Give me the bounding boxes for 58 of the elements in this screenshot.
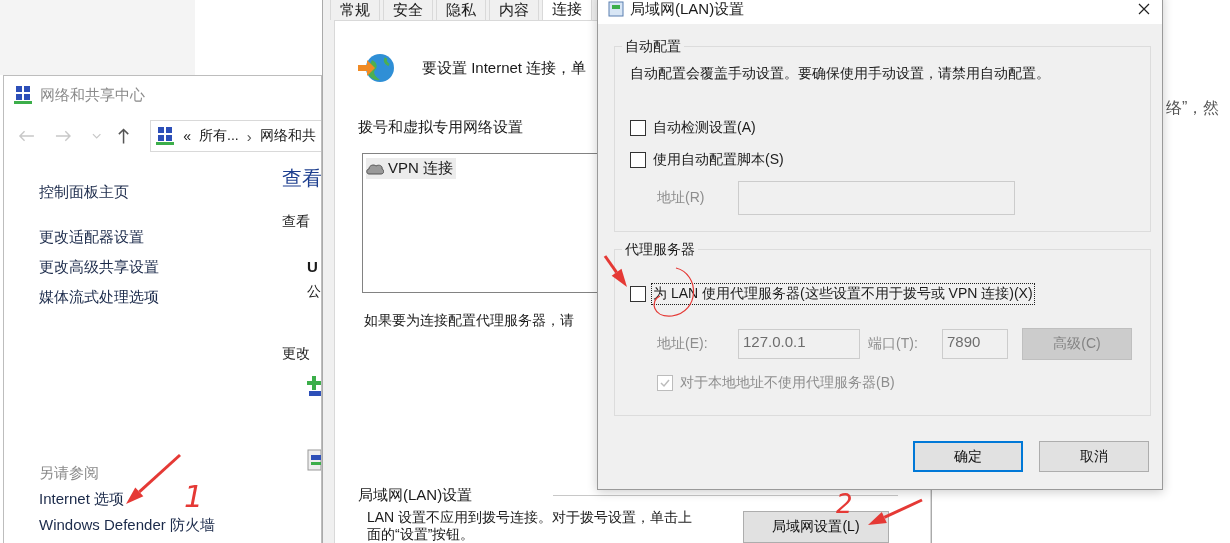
sidebar-link[interactable]: Internet 选项	[39, 486, 125, 512]
tab[interactable]: 安全	[383, 0, 433, 20]
sidebar-link[interactable]: 更改适配器设置	[39, 222, 144, 252]
annotation-arrow	[868, 498, 923, 525]
up-arrow-icon[interactable]	[117, 127, 131, 145]
tab[interactable]: 连接	[542, 0, 592, 20]
sidebar-link[interactable]: 控制面板主页	[39, 180, 129, 204]
page-heading: 查看	[282, 166, 321, 191]
checkbox-label[interactable]: 使用自动配置脚本(S)	[651, 149, 786, 171]
checkbox[interactable]	[630, 152, 646, 168]
breadcrumb-item[interactable]: 网络和共	[259, 127, 316, 145]
group-title: 代理服务器	[624, 240, 696, 259]
overflow-chevron[interactable]: «	[183, 128, 191, 144]
instruction-text: 要设置 Internet 连接，单	[422, 58, 587, 78]
section-title: 查看	[282, 212, 310, 231]
field-label: 端口(T):	[868, 335, 919, 353]
field-label: 地址(R)	[656, 189, 706, 207]
tab[interactable]: 内容	[489, 0, 539, 20]
network-icon	[155, 126, 176, 146]
checkbox[interactable]	[630, 120, 646, 136]
window-icon	[608, 1, 624, 17]
annotation-number: 1	[184, 479, 204, 514]
checkbox-label[interactable]: 为 LAN 使用代理服务器(这些设置不用于拨号或 VPN 连接)(X)	[651, 283, 1035, 305]
description-text: 自动配置会覆盖手动设置。要确保使用手动设置，请禁用自动配置。	[630, 64, 1050, 83]
breadcrumb-separator: ›	[246, 127, 252, 145]
window-title: 网络和共享中心	[40, 85, 145, 105]
checkmark-icon	[659, 377, 671, 389]
annotation-arrow	[126, 453, 181, 504]
cloud-icon	[366, 161, 384, 176]
breadcrumb-item[interactable]: 所有...	[199, 127, 239, 145]
instruction-text: 如果要为连接配置代理服务器，请	[364, 311, 574, 330]
section-title: 拨号和虚拟专用网络设置	[358, 117, 523, 137]
sidebar-link[interactable]: 媒体流式处理选项	[39, 282, 159, 312]
tab[interactable]: 隐私	[436, 0, 486, 20]
tab[interactable]: 常规	[330, 0, 380, 20]
checkbox-label[interactable]: 自动检测设置(A)	[651, 117, 758, 139]
ok-button[interactable]: 确定	[913, 441, 1023, 472]
network-name: U	[306, 257, 318, 277]
article-text: 络”，然	[1166, 98, 1220, 118]
globe-icon	[358, 52, 396, 84]
section-title: 另请参阅	[39, 463, 99, 483]
field-label: 地址(E):	[656, 335, 709, 353]
description-text: LAN 设置不应用到拨号连接。对于拨号设置，单击上	[367, 509, 693, 526]
network-icon	[13, 85, 33, 105]
connection-item[interactable]: VPN 连接	[366, 158, 456, 179]
group-title: 自动配置	[624, 37, 682, 56]
dialog-title: 局域网(LAN)设置	[630, 0, 745, 19]
description-text: 面的“设置”按钮。	[367, 526, 475, 543]
checkbox[interactable]	[630, 286, 646, 302]
cancel-button[interactable]: 取消	[1039, 441, 1149, 472]
sidebar-link[interactable]: 更改高级共享设置	[39, 252, 159, 282]
section-title: 更改	[282, 344, 310, 363]
network-type: 公	[306, 282, 321, 301]
address-bar[interactable]: « 所有... › 网络和共	[150, 120, 321, 152]
annotation-arrow	[603, 255, 627, 287]
sidebar-link[interactable]: Windows Defender 防火墙	[39, 512, 215, 538]
section-title: 局域网(LAN)设置	[358, 485, 473, 505]
close-icon[interactable]	[1138, 3, 1150, 15]
